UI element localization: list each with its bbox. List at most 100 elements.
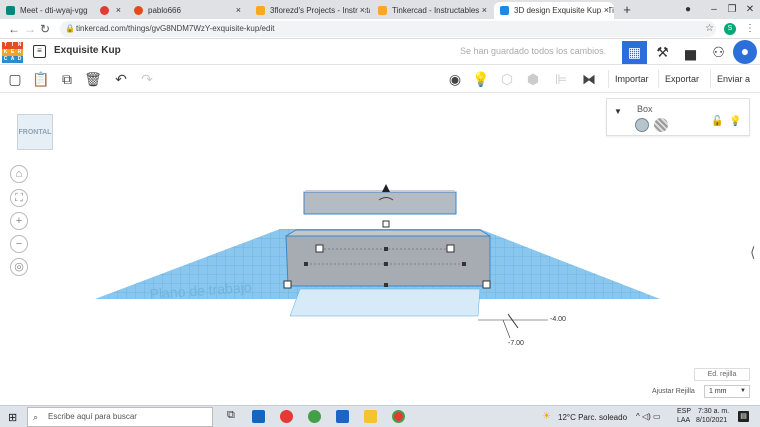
zoom-out-icon[interactable]: −: [10, 235, 28, 253]
selected-box[interactable]: [285, 235, 491, 287]
chrome-app-icon-2[interactable]: [308, 410, 321, 423]
bricks-icon[interactable]: ▅: [678, 41, 703, 64]
tab-label: pablo666: [148, 6, 181, 15]
ungroup-icon[interactable]: ⬢: [524, 70, 542, 88]
midpoint-handle[interactable]: [384, 262, 388, 266]
close-icon[interactable]: ×: [601, 2, 609, 19]
lift-arrow-icon[interactable]: [382, 184, 390, 192]
redo-icon[interactable]: ↷: [138, 70, 156, 88]
inspector-title: Box: [637, 104, 653, 114]
tab-label: Tinkercad - Instructables: [392, 6, 480, 15]
mirror-icon[interactable]: ⧓: [580, 70, 598, 88]
star-icon[interactable]: ☆: [705, 21, 714, 37]
workplane-canvas[interactable]: Plano de trabajo FRONTAL ⌂ ⛶ + − ◎ ▼ Box…: [0, 94, 760, 405]
snap-grid-select[interactable]: 1 mm ▼: [704, 385, 750, 398]
tinkercad-logo[interactable]: T I N K E R C A D: [2, 42, 24, 64]
tray-icons[interactable]: ^ ◁) ▭: [636, 412, 661, 421]
resize-handle[interactable]: [482, 280, 491, 289]
url-field[interactable]: 🔒 tinkercad.com/things/gvG8NDM7WzY-exqui…: [60, 21, 716, 37]
snap-grid-value: 1 mm: [709, 388, 727, 395]
hole-swatch[interactable]: [654, 118, 668, 132]
lightbulb-icon[interactable]: 💡: [729, 116, 741, 127]
workplane-scene[interactable]: Plano de trabajo: [0, 94, 760, 405]
close-icon[interactable]: ×: [116, 2, 121, 19]
tab-projects[interactable]: 3florezd's Projects - Instructa ×: [250, 2, 370, 19]
tab-tinkercad-instructables[interactable]: Tinkercad - Instructables ×: [372, 2, 492, 19]
new-shape-icon[interactable]: ▢: [6, 70, 24, 88]
resize-handle[interactable]: [315, 244, 324, 253]
notifications-icon[interactable]: ▤: [738, 411, 749, 422]
notes-eye-icon[interactable]: ◉: [446, 70, 464, 88]
perspective-icon[interactable]: ◎: [10, 258, 28, 276]
export-button[interactable]: Exportar: [658, 70, 705, 88]
chevron-left-icon[interactable]: ⟨: [750, 244, 755, 261]
clock-time[interactable]: 7:30 a. m.: [698, 408, 729, 415]
dimension-x-label[interactable]: -4.00: [550, 316, 566, 323]
taskbar-search[interactable]: ⌕ Escribe aquí para buscar: [27, 407, 213, 427]
midpoint-handle[interactable]: [462, 262, 466, 266]
send-to-button[interactable]: Enviar a: [710, 70, 756, 88]
forward-arrow-icon[interactable]: →: [24, 21, 36, 37]
resize-handle[interactable]: [446, 244, 455, 253]
task-view-icon[interactable]: ⧉: [227, 409, 235, 422]
shape-inspector: ▼ Box 🔓 💡: [606, 98, 750, 136]
close-icon[interactable]: ×: [479, 2, 487, 19]
weather-text[interactable]: 12°C Parc. soleado: [558, 413, 627, 422]
undo-icon[interactable]: ↶: [112, 70, 130, 88]
lightbulb-icon[interactable]: 💡: [472, 70, 490, 88]
view-cube[interactable]: FRONTAL: [17, 114, 53, 150]
fit-view-icon[interactable]: ⛶: [10, 189, 28, 207]
windows-start-icon[interactable]: ⊞: [8, 411, 17, 424]
design-list-icon[interactable]: ≡: [33, 45, 46, 58]
paste-icon[interactable]: 📋: [32, 70, 50, 88]
tab-pablo666[interactable]: pablo666 ×: [128, 2, 246, 19]
height-handle[interactable]: [382, 220, 390, 228]
snap-grid-label: Ajustar Rejilla: [652, 388, 695, 395]
search-placeholder: Escribe aquí para buscar: [48, 412, 137, 421]
duplicate-icon[interactable]: ⧉: [58, 70, 76, 88]
mail-app-icon[interactable]: [252, 410, 265, 423]
lock-icon[interactable]: 🔓: [711, 116, 723, 127]
midpoint-handle[interactable]: [384, 283, 388, 287]
tab-meet[interactable]: Meet - dti-wyaj-vgg: [0, 2, 92, 19]
close-icon[interactable]: ×: [236, 2, 241, 19]
dimension-y-label[interactable]: -7.00: [508, 340, 524, 347]
chrome-app-icon[interactable]: [280, 410, 293, 423]
resize-handle[interactable]: [283, 280, 292, 289]
close-window-button[interactable]: ✕: [736, 0, 760, 19]
midpoint-handle[interactable]: [384, 247, 388, 251]
chrome-app-icon-3[interactable]: [392, 410, 405, 423]
user-add-icon[interactable]: ⚇: [706, 41, 731, 64]
import-button[interactable]: Importar: [608, 70, 655, 88]
profile-avatar[interactable]: S: [724, 23, 736, 35]
shadow-projection: [289, 288, 481, 317]
address-bar-row: ← → ↻ 🔒 tinkercad.com/things/gvG8NDM7WzY…: [0, 19, 760, 39]
pickaxe-icon[interactable]: ⚒: [650, 41, 675, 64]
language-indicator[interactable]: ESP: [677, 408, 691, 415]
user-avatar[interactable]: ●: [733, 40, 757, 64]
menu-kebab-icon[interactable]: ⋮: [745, 21, 755, 37]
box-top[interactable]: [286, 230, 490, 236]
zoom-in-icon[interactable]: +: [10, 212, 28, 230]
collapse-arrow-icon[interactable]: ▼: [614, 107, 622, 116]
tab-recording[interactable]: ×: [94, 2, 126, 19]
chevron-down-icon: ▼: [740, 388, 746, 394]
word-app-icon[interactable]: [336, 410, 349, 423]
home-view-icon[interactable]: ⌂: [10, 165, 28, 183]
back-box[interactable]: [303, 191, 457, 215]
new-tab-button[interactable]: +: [616, 0, 638, 19]
align-icon[interactable]: ⊫: [552, 70, 570, 88]
tab-3d-design[interactable]: 3D design Exquisite Kup | Tink ×: [494, 2, 614, 19]
file-explorer-icon[interactable]: [364, 410, 377, 423]
midpoint-handle[interactable]: [304, 262, 308, 266]
close-icon[interactable]: ×: [357, 2, 365, 19]
extension-icon[interactable]: ●: [674, 0, 702, 19]
3d-view-grid-icon[interactable]: ▦: [622, 41, 647, 64]
design-title[interactable]: Exquisite Kup: [54, 45, 121, 56]
group-icon[interactable]: ⬡: [498, 70, 516, 88]
edit-grid-button[interactable]: Ed. rejilla: [694, 368, 750, 381]
reload-icon[interactable]: ↻: [40, 21, 50, 37]
back-arrow-icon[interactable]: ←: [8, 21, 20, 37]
solid-color-swatch[interactable]: [635, 118, 649, 132]
trash-icon[interactable]: 🗑: [84, 70, 102, 88]
